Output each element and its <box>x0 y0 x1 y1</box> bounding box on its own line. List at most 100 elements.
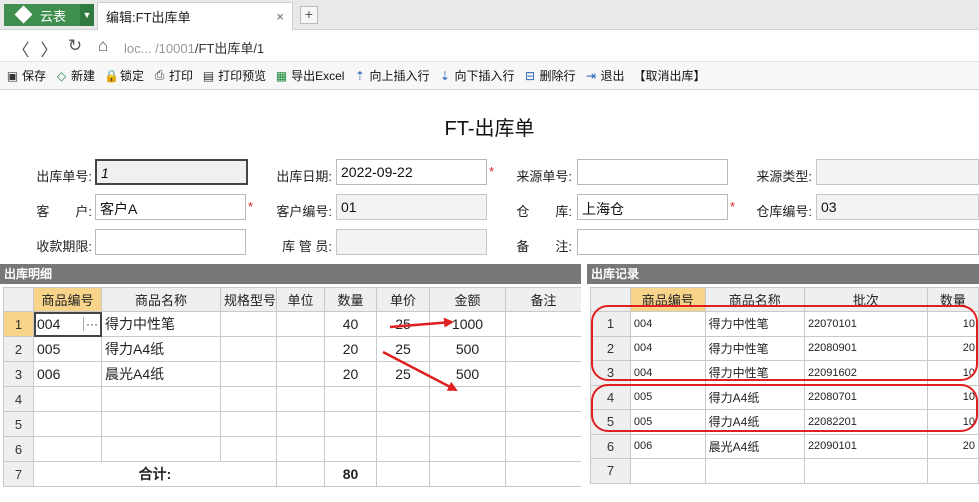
app-menu-tab[interactable]: 云表 ▼ <box>4 4 94 26</box>
records-cell-name[interactable] <box>704 458 805 484</box>
records-cell-batch[interactable]: 22080701 <box>803 384 928 410</box>
detail-cell-amount[interactable] <box>429 411 506 437</box>
lookup-button[interactable]: ··· <box>83 317 98 331</box>
new-tab-button[interactable]: + <box>300 6 318 24</box>
detail-cell-qty[interactable] <box>324 386 377 412</box>
date-field[interactable]: 2022-09-22 <box>336 159 487 185</box>
records-column-header[interactable]: 商品名称 <box>704 287 805 312</box>
detail-cell-price[interactable]: 25 <box>376 361 430 387</box>
customer-code-field[interactable]: 01 <box>336 194 487 220</box>
detail-column-header[interactable]: 规格型号 <box>220 287 277 312</box>
records-cell-code[interactable]: 004 <box>629 335 706 361</box>
detail-column-header[interactable]: 商品名称 <box>101 287 221 312</box>
detail-cell-code[interactable]: 004 ··· <box>33 311 102 337</box>
detail-column-header[interactable]: 金额 <box>429 287 506 312</box>
records-cell-qty[interactable]: 10 <box>926 311 979 337</box>
records-cell-name[interactable]: 得力A4纸 <box>704 409 805 435</box>
records-cell-qty[interactable]: 10 <box>926 384 979 410</box>
records-cell-batch[interactable]: 22082201 <box>803 409 928 435</box>
records-cell-batch[interactable] <box>803 458 928 484</box>
detail-cell-remark[interactable] <box>505 311 582 337</box>
records-cell-batch[interactable]: 22070101 <box>803 311 928 337</box>
detail-cell-amount[interactable]: 1000 <box>429 311 506 337</box>
back-icon[interactable]: 〈 <box>10 36 32 61</box>
close-tab-icon[interactable]: × <box>276 9 284 24</box>
detail-cell-spec[interactable] <box>220 436 277 462</box>
records-cell-code[interactable]: 004 <box>629 311 706 337</box>
detail-cell-amount[interactable]: 500 <box>429 361 506 387</box>
records-column-header[interactable]: 批次 <box>803 287 928 312</box>
records-cell-qty[interactable]: 20 <box>926 335 979 361</box>
detail-cell-unit[interactable] <box>276 436 325 462</box>
toolbar-item[interactable]: ⇣ 向下插入行 <box>438 67 515 84</box>
detail-cell-name[interactable] <box>101 436 221 462</box>
detail-column-header[interactable]: 备注 <box>505 287 582 312</box>
detail-cell-price[interactable] <box>376 411 430 437</box>
detail-cell-name[interactable] <box>101 386 221 412</box>
toolbar-item[interactable]: 【取消出库】 <box>634 67 706 84</box>
reload-icon[interactable]: ↻ <box>64 36 86 56</box>
records-cell-name[interactable]: 得力中性笔 <box>704 311 805 337</box>
toolbar-item[interactable]: ▦ 导出Excel <box>275 67 345 84</box>
toolbar-item[interactable]: ▣ 保存 <box>6 67 46 84</box>
detail-cell-qty[interactable] <box>324 436 377 462</box>
detail-cell-remark[interactable] <box>505 336 582 362</box>
detail-cell-price[interactable] <box>376 386 430 412</box>
detail-cell-name[interactable]: 得力中性笔 <box>101 311 221 337</box>
forward-icon[interactable]: 〉 <box>38 36 60 61</box>
records-cell-name[interactable]: 得力中性笔 <box>704 335 805 361</box>
detail-cell-spec[interactable] <box>220 311 277 337</box>
detail-cell-unit[interactable] <box>276 361 325 387</box>
records-column-header[interactable]: 数量 <box>926 287 979 312</box>
detail-column-header[interactable]: 数量 <box>324 287 377 312</box>
source-no-field[interactable] <box>577 159 728 185</box>
toolbar-item[interactable]: ⎙ 打印 <box>153 67 193 84</box>
detail-cell-remark[interactable] <box>505 386 582 412</box>
toolbar-item[interactable]: ▤ 打印预览 <box>202 67 266 84</box>
toolbar-item[interactable]: ⇥ 退出 <box>584 67 625 84</box>
detail-cell-code[interactable] <box>33 436 102 462</box>
toolbar-item[interactable]: ⊟ 删除行 <box>523 67 576 84</box>
records-cell-code[interactable] <box>629 458 706 484</box>
records-cell-name[interactable]: 晨光A4纸 <box>704 433 805 459</box>
detail-cell-name[interactable]: 晨光A4纸 <box>101 361 221 387</box>
detail-column-header[interactable]: 单位 <box>276 287 325 312</box>
records-cell-qty[interactable]: 20 <box>926 433 979 459</box>
records-cell-name[interactable]: 得力中性笔 <box>704 360 805 386</box>
detail-cell-amount[interactable] <box>429 386 506 412</box>
records-cell-code[interactable]: 006 <box>629 433 706 459</box>
detail-column-header[interactable]: 商品编号 <box>33 287 102 312</box>
detail-cell-code[interactable] <box>33 386 102 412</box>
detail-cell-code[interactable]: 006 <box>33 361 102 387</box>
detail-cell-amount[interactable]: 500 <box>429 336 506 362</box>
detail-cell-price[interactable] <box>376 436 430 462</box>
detail-cell-code[interactable] <box>33 411 102 437</box>
warehouse-code-field[interactable]: 03 <box>816 194 979 220</box>
detail-cell-spec[interactable] <box>220 411 277 437</box>
records-column-header[interactable]: 商品编号 <box>629 287 706 312</box>
detail-cell-qty[interactable]: 20 <box>324 361 377 387</box>
detail-cell-price[interactable]: 25 <box>376 311 430 337</box>
app-dropdown-icon[interactable]: ▼ <box>80 4 94 26</box>
detail-cell-remark[interactable] <box>505 361 582 387</box>
order-no-field[interactable]: 1 <box>95 159 248 185</box>
records-cell-qty[interactable] <box>926 458 979 484</box>
detail-cell-spec[interactable] <box>220 336 277 362</box>
records-cell-batch[interactable]: 22090101 <box>803 433 928 459</box>
source-type-field[interactable] <box>816 159 979 185</box>
home-icon[interactable]: ⌂ <box>92 36 114 56</box>
detail-cell-unit[interactable] <box>276 386 325 412</box>
toolbar-item[interactable]: ⇡ 向上插入行 <box>353 67 430 84</box>
records-cell-qty[interactable]: 10 <box>926 360 979 386</box>
cell-editor[interactable]: 004 ··· <box>37 316 98 332</box>
payment-term-field[interactable] <box>95 229 246 255</box>
detail-cell-spec[interactable] <box>220 386 277 412</box>
keeper-field[interactable] <box>336 229 487 255</box>
records-cell-code[interactable]: 005 <box>629 409 706 435</box>
warehouse-field[interactable]: 上海仓 <box>577 194 728 220</box>
detail-column-header[interactable]: 单价 <box>376 287 430 312</box>
toolbar-item[interactable]: 🔒 锁定 <box>104 67 144 84</box>
records-cell-qty[interactable]: 10 <box>926 409 979 435</box>
detail-cell-unit[interactable] <box>276 336 325 362</box>
doc-tab[interactable]: 编辑:FT出库单 × <box>97 2 293 30</box>
